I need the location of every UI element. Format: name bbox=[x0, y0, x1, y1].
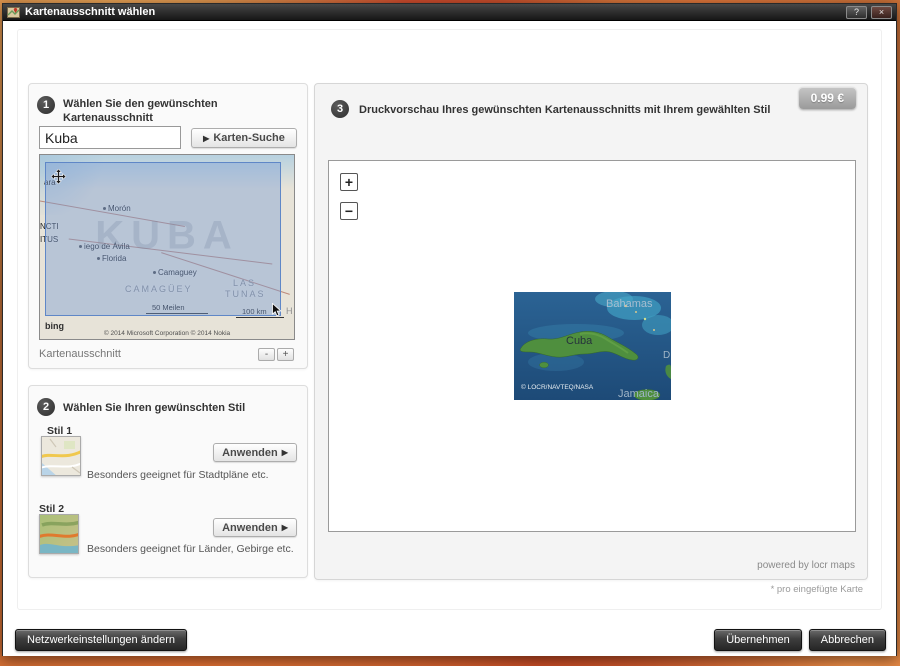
arrow-right-icon: ▶ bbox=[203, 134, 209, 143]
preview-zoom-in-button[interactable]: + bbox=[340, 173, 358, 191]
dialog-content: 1 Wählen Sie den gewünschten Kartenaussc… bbox=[3, 21, 896, 656]
arrow-right-icon: ▶ bbox=[282, 448, 288, 457]
apply-button[interactable]: Übernehmen bbox=[714, 629, 802, 651]
step3-badge: 3 bbox=[331, 100, 349, 118]
map-attribution: © 2014 Microsoft Corporation © 2014 Noki… bbox=[40, 331, 294, 338]
footer-buttons: Übernehmen Abbrechen bbox=[714, 629, 886, 651]
map-search-button[interactable]: ▶ Karten-Suche bbox=[191, 128, 297, 148]
step1-badge: 1 bbox=[37, 96, 55, 114]
map-selection-rectangle[interactable] bbox=[45, 162, 281, 316]
style1-thumbnail[interactable] bbox=[41, 436, 81, 476]
move-cursor-icon bbox=[51, 169, 66, 184]
style1-apply-button[interactable]: Anwenden ▶ bbox=[213, 443, 297, 462]
window-title: Kartenausschnitt wählen bbox=[25, 7, 842, 18]
step1-title: Wählen Sie den gewünschten Kartenausschn… bbox=[63, 97, 258, 126]
step3-title: Druckvorschau Ihres gewünschten Kartenau… bbox=[359, 103, 829, 117]
preview-label-jamaica: Jamaica bbox=[618, 388, 660, 400]
map-preview[interactable]: KUBA ara Morón NCTI ITUS iego de Ávila F… bbox=[39, 154, 295, 340]
cuba-preview-map: Bahamas Cuba D Jamaica © LOCR/NAVTEQ/NAS… bbox=[514, 292, 671, 400]
arrow-right-icon: ▶ bbox=[282, 523, 288, 532]
print-preview-area: + − bbox=[328, 160, 856, 532]
step3-panel: 3 Druckvorschau Ihres gewünschten Karten… bbox=[314, 83, 868, 580]
preview-attribution: © LOCR/NAVTEQ/NASA bbox=[521, 383, 594, 391]
style2-thumbnail[interactable] bbox=[39, 514, 79, 554]
map-label-h: H bbox=[286, 307, 293, 316]
map-footer-label: Kartenausschnitt bbox=[39, 348, 121, 360]
style1-description: Besonders geeignet für Stadtpläne etc. bbox=[87, 469, 299, 483]
price-badge: 0.99 € bbox=[799, 87, 856, 109]
help-button[interactable]: ? bbox=[846, 6, 867, 19]
style2-apply-label: Anwenden bbox=[222, 522, 278, 534]
preview-label-d: D bbox=[663, 350, 670, 361]
map-selection-dialog: Kartenausschnitt wählen ? × 1 Wählen Sie… bbox=[2, 3, 897, 656]
style1-apply-label: Anwenden bbox=[222, 447, 278, 459]
step2-badge: 2 bbox=[37, 398, 55, 416]
step1-panel: 1 Wählen Sie den gewünschten Kartenaussc… bbox=[28, 83, 308, 369]
pointer-cursor-icon bbox=[271, 303, 284, 317]
preview-label-bahamas: Bahamas bbox=[606, 298, 653, 310]
style2-description: Besonders geeignet für Länder, Gebirge e… bbox=[87, 543, 302, 557]
map-scale-line bbox=[236, 317, 284, 318]
preview-label-cuba: Cuba bbox=[566, 335, 593, 347]
powered-by-label: powered by locr maps bbox=[757, 560, 855, 571]
desktop-background: { "window": { "title": "Kartenausschnitt… bbox=[0, 0, 900, 666]
map-search-input[interactable] bbox=[39, 126, 181, 149]
map-search-label: Karten-Suche bbox=[213, 132, 285, 144]
bing-logo: bing bbox=[45, 321, 64, 331]
step2-title: Wählen Sie Ihren gewünschten Stil bbox=[63, 401, 293, 415]
network-settings-button[interactable]: Netzwerkeinstellungen ändern bbox=[15, 629, 187, 651]
style2-apply-button[interactable]: Anwenden ▶ bbox=[213, 518, 297, 537]
preview-zoom-out-button[interactable]: − bbox=[340, 202, 358, 220]
close-button[interactable]: × bbox=[871, 6, 892, 19]
cancel-button[interactable]: Abbrechen bbox=[809, 629, 886, 651]
price-note: * pro eingefügte Karte bbox=[771, 584, 863, 595]
map-zoom-out-button[interactable]: - bbox=[258, 348, 275, 361]
step2-panel: 2 Wählen Sie Ihren gewünschten Stil Stil… bbox=[28, 385, 308, 578]
app-icon bbox=[7, 6, 20, 19]
map-zoom-in-button[interactable]: + bbox=[277, 348, 294, 361]
titlebar[interactable]: Kartenausschnitt wählen ? × bbox=[3, 4, 896, 21]
